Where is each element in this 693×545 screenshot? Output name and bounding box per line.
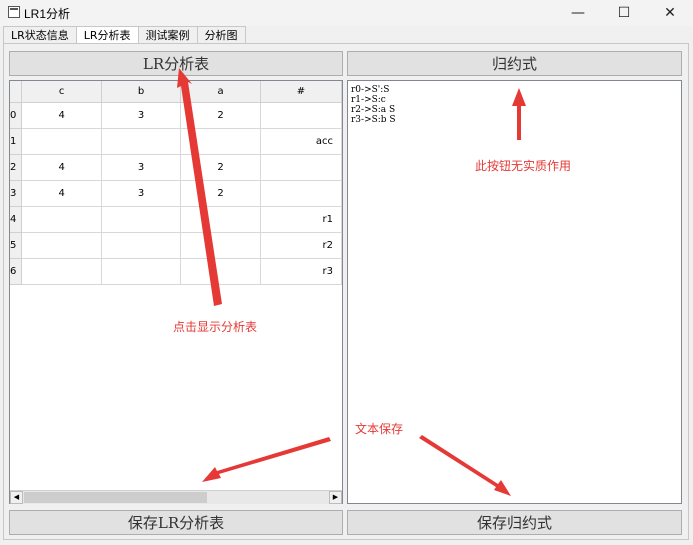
table-cell[interactable]: r3 (260, 258, 342, 285)
tab-lr-state-info[interactable]: LR状态信息 (3, 26, 77, 44)
table-cell[interactable] (180, 128, 261, 155)
table-cell[interactable]: 4 (21, 154, 102, 181)
productions-textbox[interactable]: r0->S':S r1->S:c r2->S:a S r3->S:b S (347, 80, 682, 504)
table-cell[interactable]: r1 (260, 206, 342, 233)
table-cell[interactable] (101, 258, 182, 285)
column-header[interactable]: c (21, 81, 102, 103)
table-cell[interactable] (21, 128, 102, 155)
tab-bar: LR状态信息 LR分析表 测试案例 分析图 (3, 26, 246, 45)
production-line: r0->S':S (351, 85, 390, 95)
column-header[interactable]: # (260, 81, 342, 103)
close-button[interactable]: ✕ (647, 0, 693, 26)
table-cell[interactable]: r2 (260, 232, 342, 259)
row-header[interactable]: 0 (10, 102, 23, 129)
table-cell[interactable] (101, 232, 182, 259)
row-header[interactable]: 5 (10, 232, 23, 259)
table-cell[interactable] (21, 258, 102, 285)
tab-analysis-graph[interactable]: 分析图 (196, 26, 246, 44)
table-cell[interactable] (21, 206, 102, 233)
table-cell[interactable]: 4 (21, 102, 102, 129)
table-cell[interactable] (260, 102, 342, 129)
production-line: r1->S:c (351, 95, 386, 105)
minimize-button[interactable]: — (555, 0, 601, 26)
app-icon (8, 6, 20, 18)
show-table-button[interactable]: LR分析表 (9, 51, 343, 76)
scroll-thumb[interactable] (24, 492, 207, 503)
table-row: 0 4 3 2 (10, 102, 342, 129)
table-cell[interactable]: 3 (101, 154, 182, 181)
window-title: LR1分析 (24, 7, 71, 21)
table-row: 2 4 3 2 (10, 154, 342, 181)
table-row: 1 acc (10, 128, 342, 155)
table-cell[interactable]: 4 (21, 180, 102, 207)
table-cell[interactable] (180, 232, 261, 259)
horizontal-scrollbar[interactable]: ◀ ▶ (10, 490, 342, 504)
row-header[interactable]: 3 (10, 180, 23, 207)
save-table-button[interactable]: 保存LR分析表 (9, 510, 343, 535)
table-cell[interactable]: 2 (180, 154, 261, 181)
table-cell[interactable] (180, 258, 261, 285)
table-cell[interactable]: 3 (101, 180, 182, 207)
production-line: r2->S:a S (351, 105, 396, 115)
table-cell[interactable] (260, 154, 342, 181)
row-header[interactable]: 2 (10, 154, 23, 181)
table-cell[interactable] (101, 206, 182, 233)
annotation-no-effect: 此按钮无实质作用 (475, 159, 572, 173)
table-row: 4 r1 (10, 206, 342, 233)
table-cell[interactable] (21, 232, 102, 259)
annotation-show-table: 点击显示分析表 (173, 320, 258, 334)
table-cell[interactable] (180, 206, 261, 233)
table-row: 3 4 3 2 (10, 180, 342, 207)
table-cell[interactable]: acc (260, 128, 342, 155)
row-header[interactable]: 4 (10, 206, 23, 233)
annotation-save-text: 文本保存 (355, 422, 404, 436)
analysis-table[interactable]: c b a # 0 4 3 2 1 acc 2 4 3 2 3 4 3 2 4 … (9, 80, 343, 504)
maximize-button[interactable]: ☐ (601, 0, 647, 26)
tab-test-cases[interactable]: 测试案例 (137, 26, 198, 44)
row-header[interactable]: 1 (10, 128, 23, 155)
production-line: r3->S:b S (351, 115, 396, 125)
scroll-right-icon[interactable]: ▶ (329, 491, 342, 504)
table-row: 5 r2 (10, 232, 342, 259)
table-cell[interactable] (260, 180, 342, 207)
save-reduce-button[interactable]: 保存归约式 (347, 510, 682, 535)
column-header[interactable]: b (101, 81, 182, 103)
table-row: 6 r3 (10, 258, 342, 285)
reduce-button[interactable]: 归约式 (347, 51, 682, 76)
table-cell[interactable]: 3 (101, 102, 182, 129)
column-header[interactable]: a (180, 81, 261, 103)
table-cell[interactable]: 2 (180, 102, 261, 129)
table-cell[interactable]: 2 (180, 180, 261, 207)
row-header[interactable]: 6 (10, 258, 23, 285)
table-cell[interactable] (101, 128, 182, 155)
title-bar: LR1分析 — ☐ ✕ (0, 0, 693, 26)
scroll-left-icon[interactable]: ◀ (10, 491, 23, 504)
table-corner[interactable] (10, 81, 23, 103)
